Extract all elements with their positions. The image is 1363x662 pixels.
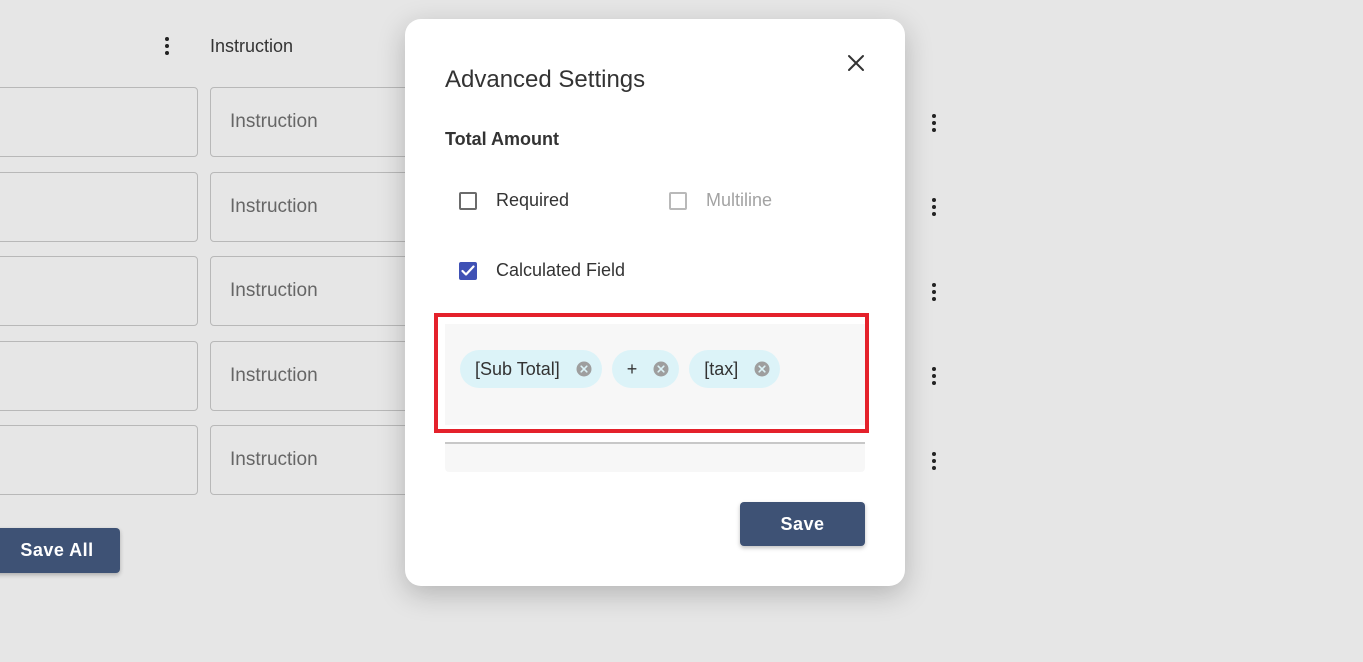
formula-chip: [Sub Total] — [460, 350, 602, 388]
field-input[interactable] — [0, 87, 198, 157]
multiline-checkbox — [669, 191, 687, 210]
required-option[interactable]: Required — [459, 190, 569, 211]
chip-label: [tax] — [704, 358, 739, 379]
advanced-settings-dialog: Advanced Settings Total Amount Required … — [405, 19, 905, 586]
multiline-label: Multiline — [706, 190, 773, 210]
dialog-title: Advanced Settings — [445, 66, 646, 93]
instruction-placeholder: Instruction — [230, 449, 318, 470]
save-all-button[interactable]: Save All — [0, 528, 120, 573]
row-menu-icon[interactable] — [925, 194, 943, 220]
instruction-placeholder: Instruction — [230, 280, 318, 301]
chip-remove-button[interactable] — [653, 361, 669, 377]
chip-label: + — [626, 358, 638, 379]
check-icon — [461, 264, 475, 276]
cancel-circle-icon — [576, 361, 592, 377]
close-button[interactable] — [843, 50, 869, 76]
field-name-label: Total Amount — [445, 129, 559, 149]
calculated-field-option[interactable]: Calculated Field — [459, 260, 625, 281]
formula-chip: [tax] — [689, 350, 781, 388]
formula-chip-container[interactable]: [Sub Total] + [tax] — [445, 324, 865, 425]
cancel-circle-icon — [653, 361, 669, 377]
formula-input[interactable] — [445, 442, 865, 472]
close-icon — [848, 55, 864, 71]
calculated-field-label: Calculated Field — [496, 260, 626, 280]
column-menu-icon[interactable] — [158, 33, 176, 59]
required-checkbox[interactable] — [459, 191, 477, 210]
row-menu-icon[interactable] — [925, 110, 943, 136]
field-input[interactable] — [0, 341, 198, 411]
row-menu-icon[interactable] — [925, 363, 943, 389]
chip-remove-button[interactable] — [754, 361, 770, 377]
multiline-option: Multiline — [669, 190, 772, 211]
chip-remove-button[interactable] — [576, 361, 592, 377]
save-button[interactable]: Save — [740, 502, 865, 546]
chip-label: [Sub Total] — [475, 358, 560, 379]
required-label: Required — [496, 190, 570, 210]
field-input[interactable] — [0, 256, 198, 326]
page: Instruction Instruction Instruction Inst… — [0, 0, 1363, 662]
instruction-placeholder: Instruction — [230, 111, 318, 132]
cancel-circle-icon — [754, 361, 770, 377]
instruction-placeholder: Instruction — [230, 365, 318, 386]
calculated-field-checkbox[interactable] — [459, 261, 477, 280]
formula-chip: + — [611, 350, 680, 388]
instruction-placeholder: Instruction — [230, 196, 318, 217]
field-input[interactable] — [0, 425, 198, 495]
field-input[interactable] — [0, 172, 198, 242]
row-menu-icon[interactable] — [925, 279, 943, 305]
row-menu-icon[interactable] — [925, 448, 943, 474]
column-header-instruction: Instruction — [210, 36, 294, 56]
